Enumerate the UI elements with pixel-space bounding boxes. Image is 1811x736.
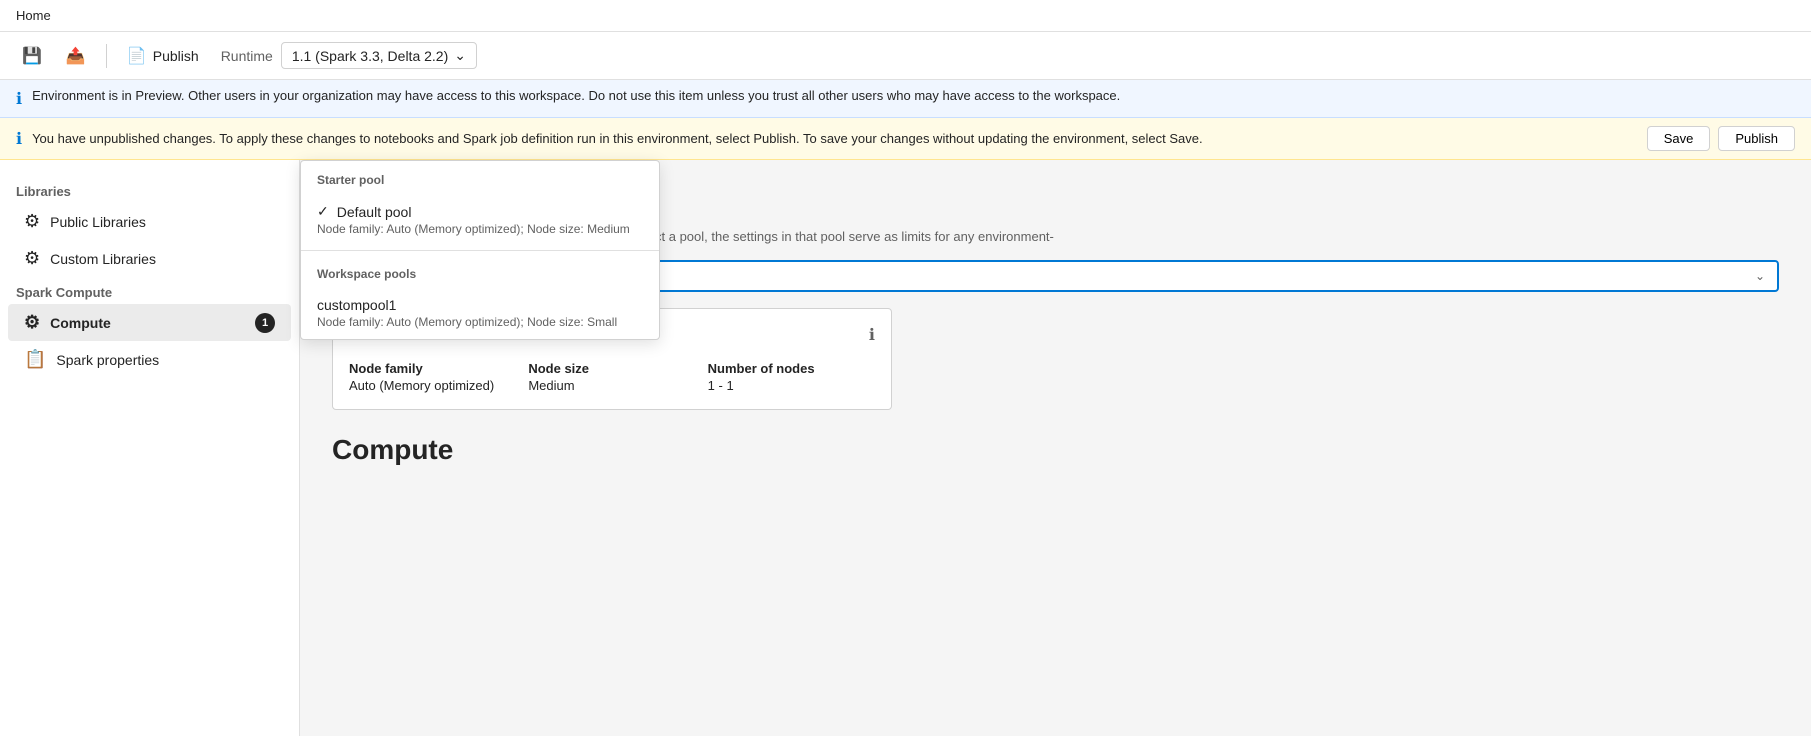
workspace-pools-label: Workspace pools [301,255,659,287]
publish-icon: 📄 [127,46,147,66]
runtime-value: 1.1 (Spark 3.3, Delta 2.2) [292,48,448,64]
runtime-label: Runtime [221,48,273,64]
custompool1-name: custompool1 [317,297,643,313]
spark-properties-icon: 📋 [24,349,46,370]
pool-details-grid: Node family Auto (Memory optimized) Node… [349,361,875,393]
compute-heading: Compute [332,434,1779,466]
public-libraries-icon: ⚙ [24,211,40,232]
public-libraries-label: Public Libraries [50,214,146,230]
sidebar-item-public-libraries[interactable]: ⚙ Public Libraries [8,203,291,240]
compute-icon: ⚙ [24,312,40,333]
save-icon: 💾 [22,46,42,66]
info-banner-icon: ℹ [16,89,22,109]
custom-libraries-label: Custom Libraries [50,251,156,267]
pool-details-info-icon[interactable]: ℹ [869,325,875,345]
save-action-button[interactable]: Save [1647,126,1711,151]
default-pool-name: ✓ Default pool [317,203,643,220]
toolbar: 💾 📤 📄 Publish Runtime 1.1 (Spark 3.3, De… [0,32,1811,80]
compute-badge: 1 [255,313,275,333]
info-banner-text: Environment is in Preview. Other users i… [32,88,1120,103]
home-title: Home [16,8,51,23]
sidebar-item-compute[interactable]: ⚙ Compute 1 [8,304,291,341]
pool-dropdown-overlay: Starter pool ✓ Default pool Node family:… [300,160,660,340]
default-pool-item[interactable]: ✓ Default pool Node family: Auto (Memory… [301,193,659,246]
spark-compute-section-title: Spark Compute [0,277,299,304]
warning-banner-text: You have unpublished changes. To apply t… [32,131,1203,146]
main-layout: Libraries ⚙ Public Libraries ⚙ Custom Li… [0,160,1811,736]
custompool1-item[interactable]: custompool1 Node family: Auto (Memory op… [301,287,659,339]
export-icon: 📤 [66,46,86,66]
custompool1-desc: Node family: Auto (Memory optimized); No… [317,315,643,329]
node-size-value: Medium [528,378,695,393]
node-family-col: Node family Auto (Memory optimized) [349,361,516,393]
node-family-label: Node family [349,361,516,376]
warning-banner-icon: ℹ [16,129,22,149]
save-button[interactable]: 💾 [12,40,52,72]
custom-libraries-icon: ⚙ [24,248,40,269]
warning-banner: ℹ You have unpublished changes. To apply… [0,118,1811,160]
sidebar-item-custom-libraries[interactable]: ⚙ Custom Libraries [8,240,291,277]
runtime-chevron: ⌄ [454,47,466,64]
default-pool-check: ✓ [317,203,329,220]
num-nodes-col: Number of nodes 1 - 1 [708,361,875,393]
info-banner: ℹ Environment is in Preview. Other users… [0,80,1811,118]
num-nodes-label: Number of nodes [708,361,875,376]
toolbar-divider [106,44,107,68]
runtime-dropdown[interactable]: 1.1 (Spark 3.3, Delta 2.2) ⌄ [281,42,477,69]
starter-pool-label: Starter pool [301,161,659,193]
dropdown-divider [301,250,659,251]
node-size-label: Node size [528,361,695,376]
warning-banner-actions: Save Publish [1647,126,1795,151]
sidebar: Libraries ⚙ Public Libraries ⚙ Custom Li… [0,160,300,736]
publish-action-button[interactable]: Publish [1718,126,1795,151]
libraries-section-title: Libraries [0,176,299,203]
spark-properties-label: Spark properties [56,352,159,368]
node-family-value: Auto (Memory optimized) [349,378,516,393]
default-pool-desc: Node family: Auto (Memory optimized); No… [317,222,643,236]
runtime-selector: Runtime 1.1 (Spark 3.3, Delta 2.2) ⌄ [221,42,477,69]
publish-toolbar-button[interactable]: 📄 Publish [117,40,209,72]
top-nav: Home [0,0,1811,32]
export-button[interactable]: 📤 [56,40,96,72]
pool-selector-chevron: ⌄ [1755,269,1765,283]
compute-label: Compute [50,315,111,331]
node-size-col: Node size Medium [528,361,695,393]
sidebar-item-spark-properties[interactable]: 📋 Spark properties [8,341,291,378]
publish-label: Publish [153,48,199,64]
num-nodes-value: 1 - 1 [708,378,875,393]
